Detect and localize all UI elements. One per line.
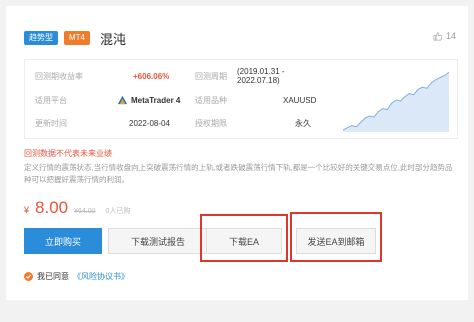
platform-value: MetaTrader 4 xyxy=(117,95,180,106)
highlight-frame-email xyxy=(290,212,382,262)
updated-value: 2022-08-04 xyxy=(129,118,170,128)
platform-tag: MT4 xyxy=(64,31,90,45)
platform-label: 适用平台 xyxy=(35,95,67,105)
like-button[interactable]: 14 xyxy=(433,31,456,41)
metatrader-logo-icon xyxy=(117,95,128,104)
like-count: 14 xyxy=(445,31,456,41)
license-label: 授权期限 xyxy=(195,118,227,128)
current-price: 8.00 xyxy=(35,198,69,217)
equity-chart xyxy=(343,71,449,132)
highlight-frame-download xyxy=(200,214,288,262)
disclaimer-text: 回测数据不代表未来业绩 xyxy=(24,149,112,158)
product-title: 混沌 xyxy=(100,31,127,47)
return-label: 回测期收益率 xyxy=(35,71,83,81)
sold-count: 0人已购 xyxy=(105,208,131,215)
buy-now-button[interactable]: 立即购买 xyxy=(24,228,102,254)
currency-symbol: ¥ xyxy=(24,205,30,215)
period-value: (2019.01.31 - 2022.07.18) xyxy=(237,67,285,85)
updated-label: 更新时间 xyxy=(35,118,67,128)
strategy-description: 定义行情的震荡状态,当行情收盘向上突破震荡行情的上轨,或者跌破震荡行情下轨,都是… xyxy=(24,163,453,184)
thumbs-up-icon xyxy=(433,32,442,40)
agreement-prefix: 我已同意 xyxy=(37,272,69,281)
platform-name: MetaTrader 4 xyxy=(131,95,181,105)
symbol-label: 适用品种 xyxy=(195,95,227,105)
period-label: 回测周期 xyxy=(195,71,227,81)
download-report-button[interactable]: 下载测试报告 xyxy=(108,228,208,254)
checked-icon[interactable] xyxy=(24,272,33,281)
type-tag: 趋势型 xyxy=(24,31,58,45)
return-value: +606.06% xyxy=(133,71,170,81)
risk-agreement-link[interactable]: 《风险协议书》 xyxy=(73,271,129,282)
price-row: ¥ 8.00 ¥64.00 0人已购 xyxy=(24,198,130,218)
original-price: ¥64.00 xyxy=(74,208,96,215)
license-value: 永久 xyxy=(295,118,311,128)
stats-panel: 回测期收益率 +606.06% 回测周期 (2019.01.31 - 2022.… xyxy=(24,59,458,139)
product-header: 趋势型 MT4 混沌 xyxy=(24,29,126,47)
ea-product-card: 趋势型 MT4 混沌 14 回测期收益率 +606.06% 回测周期 (2019… xyxy=(6,6,468,300)
symbol-value: XAUUSD xyxy=(283,95,317,105)
agreement-row[interactable]: 我已同意 《风险协议书》 xyxy=(24,271,129,282)
